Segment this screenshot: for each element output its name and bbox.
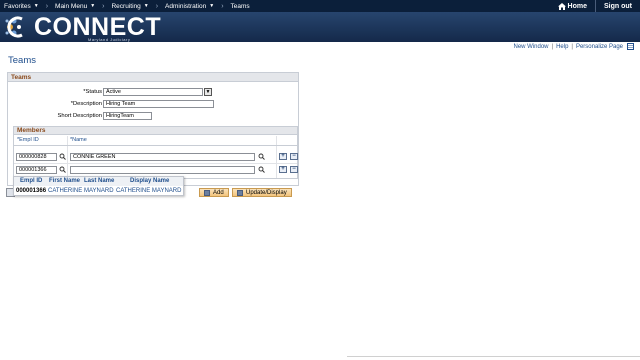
top-right-links: Home Sign out	[550, 0, 640, 12]
home-link[interactable]: Home	[550, 2, 595, 10]
breadcrumb-administration[interactable]: Administration ▼	[165, 3, 214, 10]
empl-id-column-header: *Empl ID	[17, 137, 39, 143]
main-menu-label: Main Menu	[55, 2, 88, 10]
header-divider	[14, 145, 297, 146]
dropdown-arrow-icon[interactable]: ▼	[204, 88, 212, 96]
short-description-input[interactable]: HiringTeam	[103, 112, 152, 120]
personalize-grid-icon[interactable]	[627, 43, 634, 50]
suggestion-header: Empl ID First Name Last Name Display Nam…	[14, 177, 183, 186]
status-row: *Status Active ▼	[8, 88, 212, 96]
breadcrumb-recruiting[interactable]: Recruiting ▼	[111, 3, 148, 10]
divider: |	[551, 43, 554, 50]
update-display-label: Update/Display	[246, 189, 287, 196]
home-label: Home	[567, 2, 587, 10]
name-input[interactable]: CONNIE GREEN	[70, 153, 255, 161]
breadcrumb-label: Teams	[230, 2, 250, 10]
chevron-down-icon: ▼	[209, 3, 215, 9]
delete-row-minus-icon[interactable]: −	[290, 166, 298, 173]
favorites-menu[interactable]: Favorites ▼	[4, 3, 39, 10]
home-icon	[557, 2, 566, 10]
teams-section: Teams *Status Active ▼ *Description Hiri…	[7, 72, 299, 186]
row-divider	[14, 163, 297, 164]
new-window-link[interactable]: New Window	[513, 44, 548, 50]
breadcrumb-label: Administration	[165, 2, 207, 10]
suggestion-col-display-name: Display Name	[130, 178, 170, 184]
lookup-magnifier-icon[interactable]	[59, 166, 66, 173]
main-menu[interactable]: Main Menu ▼	[55, 3, 95, 10]
separator-icon: ›	[155, 2, 159, 10]
page-title: Teams	[8, 55, 36, 66]
add-icon	[204, 189, 210, 196]
page-links: New Window | Help | Personalize Page	[513, 43, 634, 50]
sign-out-label: Sign out	[604, 2, 632, 10]
name-column-header: *Name	[70, 137, 87, 143]
members-grid: Members *Empl ID *Name 000000828 CONNIE …	[13, 126, 298, 179]
suggestion-display-name: CATHERINE MAYNARD	[116, 188, 182, 194]
bottom-divider	[347, 356, 640, 357]
separator-icon: ›	[221, 2, 224, 10]
delete-row-minus-icon[interactable]: −	[290, 153, 298, 160]
suggestion-first-name: CATHERINE	[48, 188, 83, 194]
suggestion-col-first-name: First Name	[49, 178, 81, 184]
chevron-down-icon: ▼	[90, 3, 96, 9]
short-description-row: Short Description HiringTeam	[8, 112, 152, 120]
add-row-plus-icon[interactable]: +	[279, 153, 287, 160]
short-description-label: Short Description	[57, 113, 102, 119]
suggestion-last-name: MAYNARD	[84, 188, 114, 194]
name-input[interactable]	[70, 166, 255, 174]
lookup-magnifier-icon[interactable]	[258, 153, 265, 160]
update-display-button[interactable]: Update/Display	[232, 188, 292, 197]
column-divider	[276, 136, 277, 178]
status-select[interactable]: Active	[103, 88, 203, 96]
connect-logo-icon	[5, 16, 23, 38]
status-label: *Status	[83, 89, 102, 95]
add-row-plus-icon[interactable]: +	[279, 166, 287, 173]
logo-subtitle: Maryland Judiciary	[88, 37, 131, 42]
favorites-label: Favorites	[4, 2, 31, 10]
update-icon	[237, 189, 243, 196]
description-row: *Description Hiring Team	[8, 100, 214, 108]
sign-out-link[interactable]: Sign out	[596, 3, 640, 10]
suggestion-col-empl-id: Empl ID	[20, 178, 43, 184]
description-input[interactable]: Hiring Team	[103, 100, 214, 108]
empl-id-suggestion-dropdown: Empl ID First Name Last Name Display Nam…	[13, 176, 184, 196]
members-section-header: Members	[14, 127, 297, 135]
empl-id-input[interactable]: 000000828	[16, 153, 57, 161]
column-divider	[67, 136, 68, 178]
add-button-label: Add	[213, 189, 224, 196]
add-button[interactable]: Add	[199, 188, 229, 197]
chevron-down-icon: ▼	[143, 3, 149, 9]
divider: |	[571, 43, 573, 50]
header-banner: CONNECT Maryland Judiciary	[0, 12, 640, 42]
empl-id-input[interactable]: 000001366	[16, 166, 57, 174]
suggestion-row[interactable]: 000001366 CATHERINE MAYNARD CATHERINE MA…	[14, 187, 183, 196]
lookup-magnifier-icon[interactable]	[59, 153, 66, 160]
breadcrumb-teams[interactable]: Teams	[231, 3, 250, 10]
breadcrumb-label: Recruiting	[111, 2, 141, 10]
teams-section-header: Teams	[8, 73, 298, 82]
suggestion-col-last-name: Last Name	[84, 178, 115, 184]
chevron-down-icon: ▼	[33, 3, 39, 9]
separator-icon: ›	[45, 2, 49, 10]
help-link[interactable]: Help	[556, 44, 568, 50]
personalize-page-link[interactable]: Personalize Page	[576, 44, 623, 50]
top-navigation-bar: Favorites ▼ › Main Menu ▼ › Recruiting ▼…	[0, 0, 640, 12]
lookup-magnifier-icon[interactable]	[258, 166, 265, 173]
description-label: *Description	[70, 101, 102, 107]
separator-icon: ›	[102, 2, 105, 10]
suggestion-empl-id: 000001366	[16, 188, 47, 194]
